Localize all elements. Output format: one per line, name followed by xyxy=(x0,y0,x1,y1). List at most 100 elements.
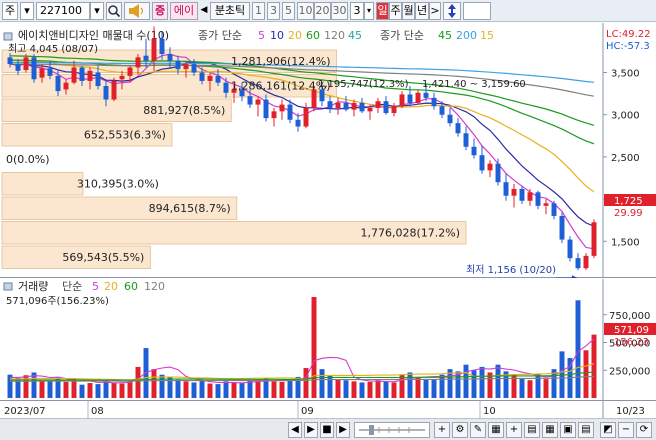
volume-bar xyxy=(111,382,117,398)
nav-left-icon[interactable]: ◀ xyxy=(198,2,210,20)
candle-body xyxy=(351,102,357,110)
high-price-label: 최고 4,045 (08/07) xyxy=(8,43,98,55)
zoom-out-icon[interactable]: − xyxy=(618,422,634,438)
candle-body xyxy=(279,104,285,112)
candle-body xyxy=(367,107,373,112)
candle-body xyxy=(359,102,365,112)
ma-20-legend: 20 xyxy=(288,29,302,42)
interval-type-button[interactable]: 분초틱 xyxy=(210,2,250,20)
volume-bar xyxy=(127,381,133,398)
volume-bar xyxy=(407,372,413,398)
candle-body xyxy=(583,255,589,269)
chart-tool-icon[interactable]: ✎ xyxy=(470,422,486,438)
volume-bar xyxy=(439,374,445,398)
candle-body xyxy=(415,92,421,103)
step-back-icon[interactable]: ◀ xyxy=(288,422,302,438)
expand-icon[interactable]: ◩ xyxy=(600,422,616,438)
tile-icon[interactable]: ▦ xyxy=(488,422,504,438)
interval-5-button[interactable]: 5 xyxy=(282,2,295,20)
vol-ma-5-legend: 5 xyxy=(92,280,99,293)
volume-bar xyxy=(151,369,157,398)
candle-body xyxy=(295,119,301,127)
month-button[interactable]: 월 xyxy=(402,2,415,20)
price-tick-label: 2,500 xyxy=(611,153,640,164)
candle-body xyxy=(383,101,389,114)
save-image-icon[interactable]: ▣ xyxy=(560,422,576,438)
zoom-slider[interactable] xyxy=(354,422,430,438)
bottom-control-bar: ◀ ▶ ■ ▶ + ⚙ ✎ ▦ + ▤ ▦ ▣ ▤ ◩ − ⟳ xyxy=(0,418,656,440)
ma-5-legend: 5 xyxy=(258,29,265,42)
candle-body xyxy=(135,57,141,68)
day-button[interactable]: 일 xyxy=(376,2,389,20)
dropdown-chevron-icon[interactable]: ▾ xyxy=(20,2,34,20)
candle-body xyxy=(559,215,565,240)
candle-body xyxy=(111,80,117,100)
interval-3-button[interactable]: 3 xyxy=(267,2,280,20)
candle-body xyxy=(263,99,269,119)
volume-bar xyxy=(39,380,45,398)
volume-bar xyxy=(279,381,285,398)
legend-toggle-icon[interactable] xyxy=(3,32,13,41)
interval-30-button[interactable]: 30 xyxy=(331,2,348,20)
volume-bar xyxy=(351,381,357,398)
interval-20-button[interactable]: 20 xyxy=(314,2,331,20)
price-tick-label: 1,500 xyxy=(611,237,640,248)
play-icon[interactable]: ▶ xyxy=(304,422,318,438)
vol-ma-20-legend: 20 xyxy=(104,280,118,293)
zoom-in-icon[interactable]: + xyxy=(434,422,450,438)
candle-body xyxy=(191,64,197,73)
volume-chart-pane[interactable]: 거래량 단순 5 20 60 120 571,096주(156.23%) 750… xyxy=(0,279,656,400)
interval-10-button[interactable]: 10 xyxy=(297,2,314,20)
period-input[interactable]: 3 xyxy=(350,2,364,20)
volume-bar xyxy=(463,364,469,398)
refresh-icon[interactable]: ⟳ xyxy=(636,422,652,438)
candle-body xyxy=(7,57,13,65)
chart-type-select[interactable]: 주 xyxy=(2,2,18,20)
crosshair-icon[interactable]: + xyxy=(506,422,522,438)
candle-body xyxy=(511,188,517,196)
date-axis: 2023/07 08 09 10 10/23 xyxy=(0,400,656,419)
candle-body xyxy=(303,107,309,127)
magnifier-icon[interactable] xyxy=(106,2,122,20)
candle-body xyxy=(479,155,485,171)
price-chart-pane[interactable]: 에이치앤비디자인 매물대 수(10) 종가 단순 5 10 20 60 120 … xyxy=(0,23,656,278)
grid-icon[interactable]: ▦ xyxy=(542,422,558,438)
date-label-09: 09 xyxy=(301,406,314,417)
volume-tick-label: 250,000 xyxy=(609,366,650,377)
volume-bar xyxy=(215,384,221,398)
nav-right-button[interactable]: > xyxy=(429,2,441,20)
candle-body xyxy=(47,68,53,76)
volume-bar xyxy=(591,334,597,398)
extra-input[interactable] xyxy=(463,2,491,20)
settings-gear-icon[interactable]: ⚙ xyxy=(452,422,468,438)
ma2-15-legend: 15 xyxy=(480,29,494,42)
chart-window: 주 ▾ 227100 ▾ 증 에이 ◀ 분초틱 1 3 5 10 20 30 3… xyxy=(0,0,656,440)
year-button[interactable]: 년 xyxy=(415,2,429,20)
volume-profile-label: 0(0.0%) xyxy=(6,153,50,166)
period-chevron-icon[interactable]: ▾ xyxy=(364,2,374,20)
print-icon[interactable]: ▤ xyxy=(578,422,594,438)
volume-bar xyxy=(543,379,549,398)
current-price-pct: 29.99 xyxy=(614,208,643,219)
volume-profile-label: 1,286,161(12.4%) xyxy=(231,80,331,93)
date-label-10: 10 xyxy=(483,406,496,417)
up-down-arrows-icon[interactable] xyxy=(443,2,461,20)
candle-body xyxy=(95,72,101,87)
interval-1-button[interactable]: 1 xyxy=(252,2,265,20)
candle-body xyxy=(535,192,541,206)
code-dropdown-chevron-icon[interactable]: ▾ xyxy=(90,2,104,20)
candle-body xyxy=(327,101,333,108)
low-marker-arrowhead xyxy=(572,275,578,278)
speaker-icon[interactable] xyxy=(124,2,150,20)
week-button[interactable]: 주 xyxy=(389,2,402,20)
stop-icon[interactable]: ■ xyxy=(320,422,334,438)
candle-body xyxy=(503,182,509,196)
volume-legend-toggle-icon[interactable] xyxy=(3,282,13,291)
table-icon[interactable]: ▤ xyxy=(524,422,540,438)
date-label-2023-07: 2023/07 xyxy=(4,406,46,417)
stock-code-input[interactable]: 227100 xyxy=(36,2,90,20)
candle-body xyxy=(223,82,229,93)
volume-bar xyxy=(495,364,501,398)
candle-body xyxy=(423,92,429,98)
step-forward-icon[interactable]: ▶ xyxy=(336,422,350,438)
